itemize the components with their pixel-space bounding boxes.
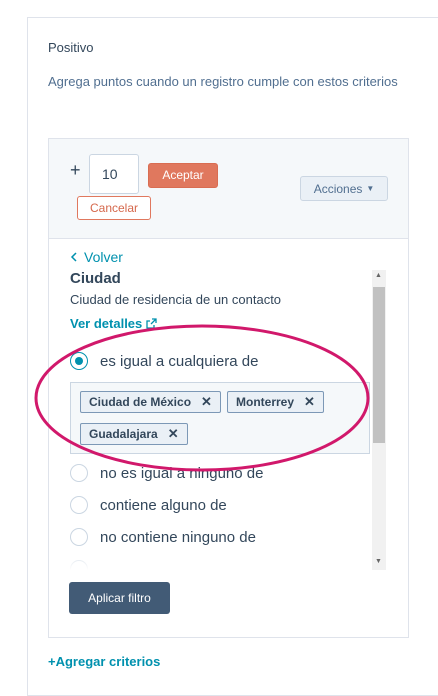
close-icon[interactable]: ✕ [201,394,212,410]
apply-filter-button[interactable]: Aplicar filtro [69,582,170,614]
plus-sign: + [70,160,81,180]
actions-label: Acciones [313,181,363,196]
close-icon[interactable]: ✕ [168,426,179,442]
accept-button[interactable]: Aceptar [148,163,218,188]
back-label: Volver [84,249,123,265]
close-icon[interactable]: ✕ [304,394,315,410]
option-not-equals-any[interactable]: no es igual a ninguno de [70,464,263,482]
tag-value: Monterrey ✕ [227,391,324,413]
section-title: Positivo [48,40,94,55]
option-equals-any[interactable]: es igual a cualquiera de [70,352,258,370]
option-label: es igual a cualquiera de [100,352,259,370]
radio-not-contains-any[interactable] [70,528,88,546]
external-link-icon [146,318,157,329]
tag-value: Guadalajara ✕ [80,423,188,445]
radio-not-equals-any[interactable] [70,464,88,482]
scroll-fade [58,552,371,570]
chevron-left-icon [70,252,77,262]
caret-down-icon: ▼ [366,184,375,193]
option-contains-any[interactable]: contiene alguno de [70,496,227,514]
view-details-label: Ver detalles [70,316,143,331]
view-details-link[interactable]: Ver detalles [70,316,157,331]
back-link[interactable]: Volver [70,249,123,265]
scroll-down-icon[interactable]: ▼ [375,558,382,565]
section-description: Agrega puntos cuando un registro cumple … [48,74,398,89]
points-input[interactable] [89,154,139,194]
option-label: no contiene ninguno de [100,528,256,546]
actions-button[interactable]: Acciones ▼ [300,176,388,201]
option-label: no es igual a ninguno de [100,464,264,482]
option-not-contains-any[interactable]: no contiene ninguno de [70,528,256,546]
radio-equals-any[interactable] [70,352,88,370]
option-label: contiene alguno de [100,496,227,514]
add-criteria-link[interactable]: +Agregar criterios [48,654,160,669]
radio-contains-any[interactable] [70,496,88,514]
scroll-up-icon[interactable]: ▲ [375,272,382,279]
property-description: Ciudad de residencia de un contacto [70,292,282,307]
cancel-button[interactable]: Cancelar [77,196,151,220]
tag-value: Ciudad de México ✕ [80,391,221,413]
property-name: Ciudad [70,270,121,287]
scrollbar-thumb[interactable] [373,287,385,443]
